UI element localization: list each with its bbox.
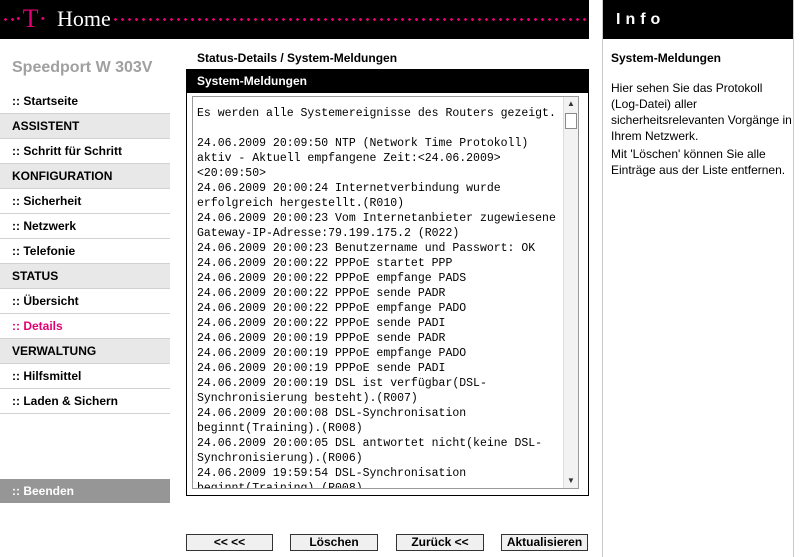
brand-dots-left bbox=[2, 18, 14, 21]
info-header-bar: Info bbox=[603, 0, 793, 39]
info-title: Info bbox=[616, 11, 666, 28]
scroll-down-arrow-icon[interactable]: ▼ bbox=[564, 474, 578, 488]
log-box: Es werden alle Systemereignisse des Rout… bbox=[186, 93, 589, 496]
sidebar-section-assistent: ASSISTENT bbox=[0, 114, 170, 139]
product-name: Speedport W 303V bbox=[12, 59, 153, 76]
info-panel: Info System-Meldungen Hier sehen Sie das… bbox=[602, 0, 794, 557]
sidebar-item-netzwerk[interactable]: :: Netzwerk bbox=[0, 214, 170, 239]
logout-button[interactable]: :: Beenden bbox=[0, 479, 170, 503]
delete-button[interactable]: Löschen bbox=[290, 534, 378, 551]
sidebar-item-details[interactable]: :: Details bbox=[0, 314, 170, 339]
sidebar-nav: :: Startseite ASSISTENT :: Schritt für S… bbox=[0, 89, 170, 414]
sidebar-section-konfiguration: KONFIGURATION bbox=[0, 164, 170, 189]
back-button[interactable]: Zurück << bbox=[396, 534, 484, 551]
scrollbar-thumb[interactable] bbox=[565, 113, 577, 129]
info-paragraph-delete: Mit 'Löschen' können Sie alle Einträge a… bbox=[611, 147, 786, 177]
system-log-text: Es werden alle Systemereignisse des Rout… bbox=[197, 107, 556, 489]
log-box-title: System-Meldungen bbox=[186, 69, 589, 93]
sidebar-section-status: STATUS bbox=[0, 264, 170, 289]
top-header-bar: ·T· Home bbox=[0, 0, 589, 39]
sidebar-item-laden-sichern[interactable]: :: Laden & Sichern bbox=[0, 389, 170, 414]
sidebar-item-hilfsmittel[interactable]: :: Hilfsmittel bbox=[0, 364, 170, 389]
system-log-textarea[interactable]: Es werden alle Systemereignisse des Rout… bbox=[192, 96, 579, 489]
info-heading: System-Meldungen bbox=[611, 51, 722, 65]
log-scrollbar[interactable]: ▲ ▼ bbox=[563, 97, 578, 488]
telekom-logo: ·T· bbox=[14, 4, 48, 33]
refresh-button[interactable]: Aktualisieren bbox=[501, 534, 588, 551]
breadcrumb: Status-Details / System-Meldungen bbox=[197, 51, 398, 65]
info-paragraph-log: Hier sehen Sie das Protokoll (Log-Datei)… bbox=[611, 81, 792, 143]
scroll-up-arrow-icon[interactable]: ▲ bbox=[564, 97, 578, 111]
back-to-start-button[interactable]: << << bbox=[186, 534, 273, 551]
sidebar-item-schritt-fuer-schritt[interactable]: :: Schritt für Schritt bbox=[0, 139, 170, 164]
home-title: Home bbox=[57, 6, 111, 31]
sidebar-section-verwaltung: VERWALTUNG bbox=[0, 339, 170, 364]
sidebar-item-startseite[interactable]: :: Startseite bbox=[0, 89, 170, 114]
sidebar-item-telefonie[interactable]: :: Telefonie bbox=[0, 239, 170, 264]
sidebar-item-uebersicht[interactable]: :: Übersicht bbox=[0, 289, 170, 314]
sidebar-item-sicherheit[interactable]: :: Sicherheit bbox=[0, 189, 170, 214]
brand-dots-right bbox=[112, 18, 586, 21]
